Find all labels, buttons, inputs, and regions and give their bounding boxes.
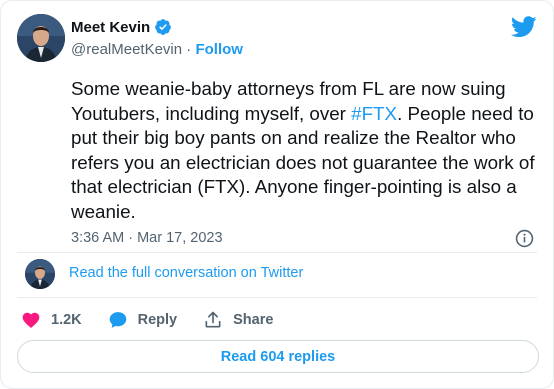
follow-button[interactable]: Follow [195, 41, 243, 58]
conversation-avatar[interactable] [25, 259, 55, 289]
info-icon[interactable] [515, 229, 534, 248]
share-button[interactable]: Share [203, 310, 273, 330]
tweet-text: Some weanie-baby attorneys from FL are n… [71, 77, 546, 224]
twitter-bird-icon[interactable] [511, 16, 537, 38]
read-replies-button[interactable]: Read 604 replies [17, 340, 539, 373]
share-label: Share [233, 312, 274, 328]
share-upload-icon [205, 311, 221, 328]
author-display-name[interactable]: Meet Kevin [71, 18, 172, 36]
action-bar: 1.2K Reply Share [21, 310, 299, 330]
author-avatar[interactable] [17, 14, 65, 62]
divider-top [17, 252, 537, 253]
like-button[interactable]: 1.2K [21, 310, 82, 330]
tweet-timestamp[interactable]: 3:36 AM · Mar 17, 2023 [71, 230, 223, 246]
hashtag-link[interactable]: #FTX [351, 103, 397, 124]
heart-icon [22, 312, 40, 328]
tweet-card: Meet Kevin @realMeetKevin · Follow Some … [0, 0, 554, 389]
speech-bubble-icon [109, 312, 126, 328]
reply-label: Reply [137, 312, 178, 328]
read-conversation-link[interactable]: Read the full conversation on Twitter [69, 265, 303, 281]
author-handle-row: @realMeetKevin · Follow [71, 41, 243, 58]
read-replies-label: Read 604 replies [220, 348, 336, 365]
author-name-text[interactable]: Meet Kevin [71, 19, 150, 36]
divider-bottom [17, 297, 537, 298]
verified-badge-icon [155, 19, 172, 35]
like-count: 1.2K [51, 312, 82, 328]
author-handle[interactable]: @realMeetKevin [71, 41, 182, 58]
handle-separator: · [182, 41, 196, 58]
reply-button[interactable]: Reply [108, 310, 178, 330]
